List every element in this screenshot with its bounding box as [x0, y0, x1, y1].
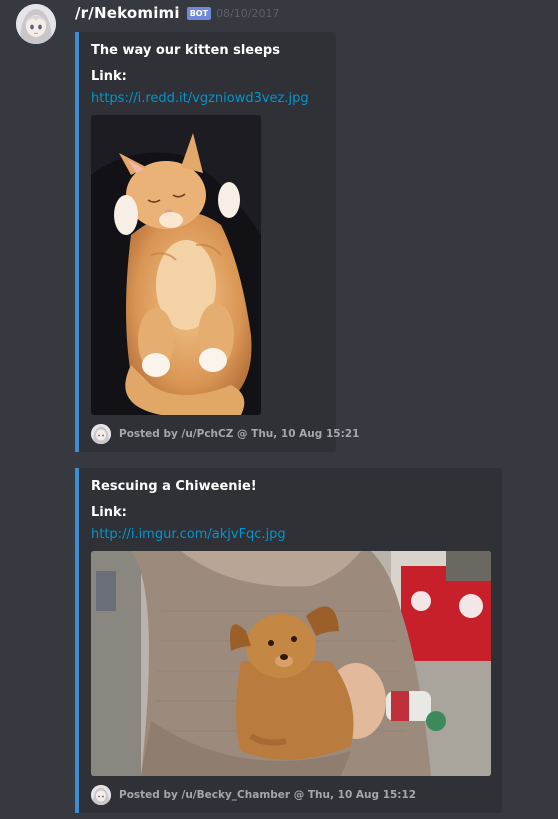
embed-link-url[interactable]: http://i.imgur.com/akjvFqc.jpg [91, 527, 286, 542]
author-name[interactable]: /r/Nekomimi [75, 4, 180, 22]
embed-footer: Posted by /u/Becky_Chamber @ Thu, 10 Aug… [91, 785, 416, 805]
embed-link-label: Link: [91, 69, 127, 84]
bot-avatar-icon [91, 785, 111, 805]
embed-card-puppy: Rescuing a Chiweenie! Link: http://i.img… [75, 468, 502, 813]
embed-title: Rescuing a Chiweenie! [91, 479, 257, 494]
puppy-photo[interactable] [91, 551, 491, 776]
embed-footer: Posted by /u/PchCZ @ Thu, 10 Aug 15:21 [91, 424, 359, 444]
embed-link-label: Link: [91, 505, 127, 520]
embed-title: The way our kitten sleeps [91, 43, 280, 58]
message-header: /r/Nekomimi BOT 08/10/2017 [75, 2, 279, 24]
embed-link-url[interactable]: https://i.redd.it/vgzniowd3vez.jpg [91, 91, 309, 106]
bot-badge: BOT [186, 6, 212, 20]
author-avatar[interactable] [16, 4, 56, 44]
message-timestamp: 08/10/2017 [216, 6, 280, 20]
embed-footer-text: Posted by /u/PchCZ @ Thu, 10 Aug 15:21 [119, 428, 360, 440]
kitten-photo[interactable] [91, 115, 261, 415]
person-holding-brown-puppy-photo [91, 551, 491, 776]
embed-card-kitten: The way our kitten sleeps Link: https://… [75, 32, 359, 452]
orange-kitten-sleeping-photo [91, 115, 261, 415]
bot-avatar-icon [91, 424, 111, 444]
embed-footer-text: Posted by /u/Becky_Chamber @ Thu, 10 Aug… [119, 789, 417, 801]
anime-girl-avatar-icon [16, 4, 56, 44]
